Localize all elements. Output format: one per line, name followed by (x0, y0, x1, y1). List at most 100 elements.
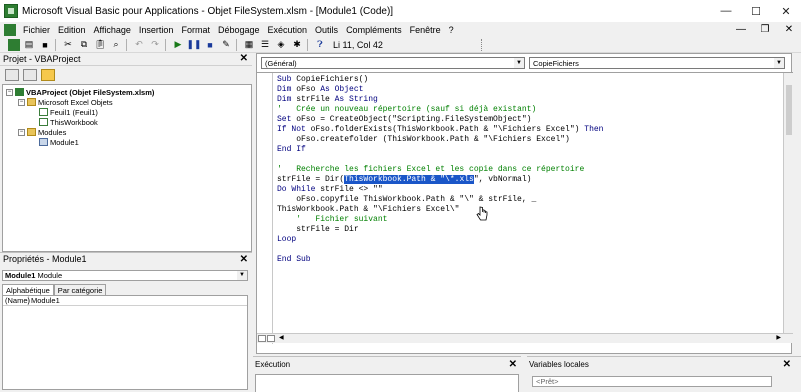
menu-fenetre[interactable]: Fenêtre (406, 25, 445, 35)
toolbox-icon[interactable]: ✱ (290, 38, 304, 52)
tree-item-thisworkbook[interactable]: ThisWorkbook (3, 117, 251, 127)
menu-edition[interactable]: Edition (54, 25, 90, 35)
properties-panel-close-button[interactable]: ✕ (240, 254, 248, 266)
margin-indicator-bar[interactable] (257, 73, 273, 344)
scrollbar-thumb[interactable] (786, 85, 792, 135)
menu-affichage[interactable]: Affichage (90, 25, 135, 35)
code-line[interactable] (277, 245, 603, 255)
object-combo[interactable]: (Général) ▼ (261, 57, 525, 69)
design-icon[interactable]: ✎ (219, 38, 233, 52)
property-value[interactable]: Module1 (29, 296, 60, 305)
tab-par-categorie[interactable]: Par catégorie (53, 284, 107, 295)
code-line[interactable]: Do While strFile <> "" (277, 185, 603, 195)
cut-icon[interactable]: ✂ (61, 38, 75, 52)
toggle-folders-icon[interactable] (41, 69, 55, 81)
paste-icon[interactable]: 📋︎ (93, 38, 107, 52)
tree-item-vbaproject[interactable]: − VBAProject (Objet FileSystem.xlsm) (3, 87, 251, 97)
menu-execution[interactable]: Exécution (264, 25, 312, 35)
code-line[interactable]: ' Recherche les fichiers Excel et les co… (277, 165, 603, 175)
code-token: strFile (296, 95, 335, 104)
reset-icon[interactable]: ■ (203, 38, 217, 52)
code-line[interactable]: If Not oFso.folderExists(ThisWorkbook.Pa… (277, 125, 603, 135)
dropdown-arrow-icon[interactable]: ▼ (237, 271, 247, 280)
code-line[interactable]: oFso.copyfile ThisWorkbook.Path & "\" & … (277, 195, 603, 205)
object-browser-icon[interactable]: ◈ (274, 38, 288, 52)
scroll-right-icon[interactable]: ▶ (776, 334, 781, 343)
hand-cursor-icon (476, 206, 488, 221)
copy-icon[interactable]: ⧉ (77, 38, 91, 52)
maximize-button[interactable]: ☐ (741, 0, 771, 22)
view-code-icon[interactable] (5, 69, 19, 81)
excel-icon[interactable] (4, 23, 16, 36)
save-icon[interactable]: ■ (38, 38, 52, 52)
doc-minimize-button[interactable]: — (729, 22, 753, 37)
menu-fichier[interactable]: Fichier (19, 25, 54, 35)
close-button[interactable]: ✕ (771, 0, 801, 22)
locals-pane-close-button[interactable]: ✕ (783, 359, 791, 371)
view-object-icon[interactable] (23, 69, 37, 81)
menu-debogage[interactable]: Débogage (214, 25, 264, 35)
code-line[interactable]: ' Crée un nouveau répertoire (sauf si dé… (277, 105, 603, 115)
doc-restore-button[interactable]: ❐ (753, 22, 777, 37)
break-icon[interactable]: ❚❚ (186, 38, 201, 52)
menu-help[interactable]: ? (445, 25, 458, 35)
code-token: strFile = Dir( (277, 175, 345, 184)
tree-item-feuil1[interactable]: Feuil1 (Feuil1) (3, 107, 251, 117)
code-text[interactable]: Sub CopieFichiers() Dim oFso As Object Dim… (277, 75, 603, 265)
code-line[interactable]: Loop (277, 235, 603, 245)
menu-complements[interactable]: Compléments (342, 25, 406, 35)
procedure-combo[interactable]: CopieFichiers ▼ (529, 57, 785, 69)
scroll-left-icon[interactable]: ◀ (279, 334, 284, 343)
code-line[interactable]: End If (277, 145, 603, 155)
menu-outils[interactable]: Outils (311, 25, 342, 35)
minimize-button[interactable]: — (711, 0, 741, 22)
collapse-icon[interactable]: − (18, 128, 25, 136)
tree-item-excel-objects[interactable]: − Microsoft Excel Objets (3, 97, 251, 107)
code-line[interactable]: Sub CopieFichiers() (277, 75, 603, 85)
project-panel-close-button[interactable]: ✕ (240, 53, 248, 65)
code-line[interactable] (277, 155, 603, 165)
code-line[interactable]: ' Fichier suivant (277, 215, 603, 225)
code-token: End If (277, 145, 306, 154)
run-icon[interactable]: ▶ (171, 38, 185, 52)
collapse-icon[interactable]: − (18, 98, 25, 106)
project-explorer-icon[interactable]: ▦ (242, 38, 256, 52)
tree-item-module1[interactable]: Module1 (3, 137, 251, 147)
tab-alphabetique[interactable]: Alphabétique (2, 284, 54, 295)
code-line[interactable]: oFso.createfolder (ThisWorkbook.Path & "… (277, 135, 603, 145)
code-line[interactable]: strFile = Dir (277, 225, 603, 235)
menu-insertion[interactable]: Insertion (135, 25, 178, 35)
full-module-view-icon[interactable] (267, 335, 275, 342)
dropdown-arrow-icon[interactable]: ▼ (514, 58, 524, 68)
properties-icon[interactable]: ☰ (258, 38, 272, 52)
tree-item-modules[interactable]: − Modules (3, 127, 251, 137)
property-row[interactable]: (Name) Module1 (3, 296, 247, 306)
horizontal-scrollbar[interactable]: ◀ ▶ (257, 333, 793, 343)
vertical-scrollbar[interactable] (783, 73, 793, 334)
code-line[interactable]: strFile = Dir(ThisWorkbook.Path & "\*.xl… (277, 175, 603, 185)
immediate-input[interactable] (255, 374, 519, 392)
find-icon[interactable]: ⌕ (109, 38, 123, 52)
immediate-pane: Exécution ✕ (253, 356, 521, 392)
redo-icon[interactable]: ↷ (148, 38, 162, 52)
cursor-position: Li 11, Col 42 (333, 39, 383, 50)
code-line[interactable]: Dim oFso As Object (277, 85, 603, 95)
insert-icon[interactable]: ▤ (22, 38, 36, 52)
code-line[interactable]: Set oFso = CreateObject("Scripting.FileS… (277, 115, 603, 125)
doc-close-button[interactable]: ✕ (777, 22, 801, 37)
undo-icon[interactable]: ↶ (132, 38, 146, 52)
help-icon[interactable]: ❓︎ (313, 38, 327, 52)
procedure-view-icon[interactable] (258, 335, 266, 342)
excel-icon[interactable] (8, 38, 20, 51)
menu-format[interactable]: Format (177, 25, 214, 35)
code-line[interactable]: Dim strFile As String (277, 95, 603, 105)
toolbar-grip[interactable] (480, 38, 485, 51)
code-line[interactable]: End Sub (277, 255, 603, 265)
dropdown-arrow-icon[interactable]: ▼ (774, 58, 784, 68)
collapse-icon[interactable]: − (6, 88, 13, 96)
properties-object-select[interactable]: Module1 Module ▼ (2, 270, 248, 281)
code-line[interactable]: ThisWorkbook.Path & "\Fichiers Excel\" (277, 205, 603, 215)
workbook-icon (39, 118, 48, 126)
immediate-pane-close-button[interactable]: ✕ (509, 359, 517, 371)
code-editor[interactable]: Sub CopieFichiers() Dim oFso As Object Dim… (257, 72, 793, 344)
